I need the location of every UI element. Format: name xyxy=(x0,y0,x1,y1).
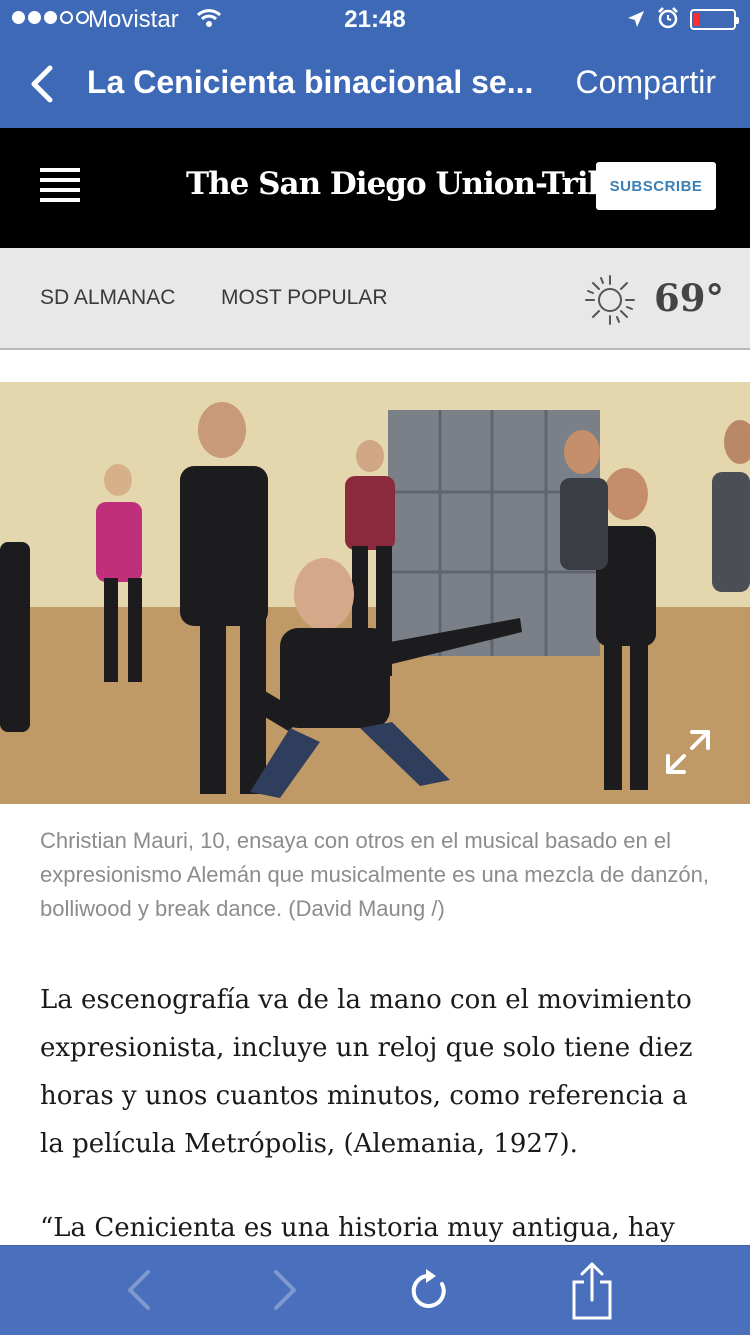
alarm-icon xyxy=(658,7,678,29)
status-bar: Movistar 21:48 xyxy=(0,0,750,40)
temperature: 69° xyxy=(654,276,724,320)
article-photo[interactable] xyxy=(0,382,750,804)
page-title: La Cenicienta binacional se... xyxy=(87,64,534,100)
sun-icon xyxy=(585,275,635,325)
subscribe-button[interactable]: SUBSCRIBE xyxy=(596,162,716,210)
article-paragraph: La escenografía va de la mano con el mov… xyxy=(40,985,693,1159)
dance-rehearsal-illustration xyxy=(0,382,750,804)
expand-icon[interactable] xyxy=(664,728,712,776)
nav-link-most-popular[interactable]: MOST POPULAR xyxy=(221,286,387,310)
site-masthead: The San Diego Union-Tribune SUBSCRIBE xyxy=(0,128,750,248)
article-paragraph: “La Cenicienta es una historia muy antig… xyxy=(40,1213,675,1243)
hamburger-menu-icon[interactable] xyxy=(40,168,80,202)
navigation-bar: La Cenicienta binacional se... Compartir xyxy=(0,40,750,128)
share-icon[interactable] xyxy=(570,1260,614,1322)
app-header: Movistar 21:48 La Cenicienta binacional … xyxy=(0,0,750,128)
nav-link-sd-almanac[interactable]: SD ALMANAC xyxy=(40,286,175,310)
back-arrow-icon[interactable] xyxy=(124,1268,156,1312)
battery-icon xyxy=(690,9,739,30)
photo-caption: Christian Mauri, 10, ensaya con otros en… xyxy=(40,828,709,921)
forward-arrow-icon[interactable] xyxy=(268,1268,300,1312)
section-nav: SD ALMANAC MOST POPULAR xyxy=(0,248,750,350)
location-icon xyxy=(628,11,644,27)
chevron-left-icon[interactable] xyxy=(28,62,56,106)
browser-toolbar xyxy=(0,1245,750,1335)
share-button[interactable]: Compartir xyxy=(576,64,716,101)
reload-icon[interactable] xyxy=(408,1266,452,1314)
